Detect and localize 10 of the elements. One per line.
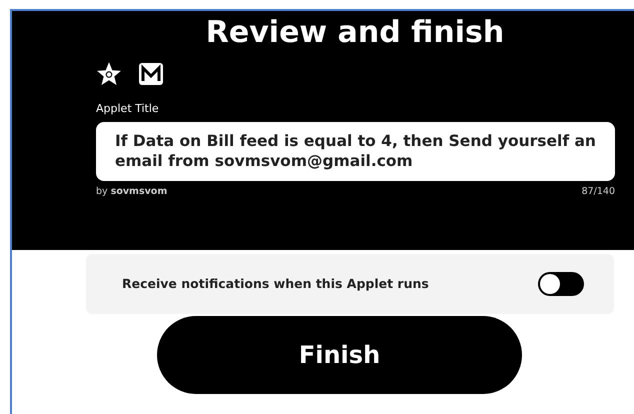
field-label: Applet Title <box>96 102 159 115</box>
notification-label: Receive notifications when this Applet runs <box>122 274 429 293</box>
star-icon <box>96 61 122 87</box>
author-text: by sovmsvom <box>96 185 168 200</box>
mail-icon <box>138 62 164 86</box>
page-title: Review and finish <box>206 15 504 50</box>
notification-toggle[interactable] <box>538 272 584 296</box>
title-field[interactable]: If Data on Bill feed is equal to 4, then Send yourself an email from sovmsvom@gmail.com <box>96 122 615 182</box>
finish-button[interactable]: Finish <box>157 316 522 394</box>
character-count: 87/140 <box>582 185 615 200</box>
